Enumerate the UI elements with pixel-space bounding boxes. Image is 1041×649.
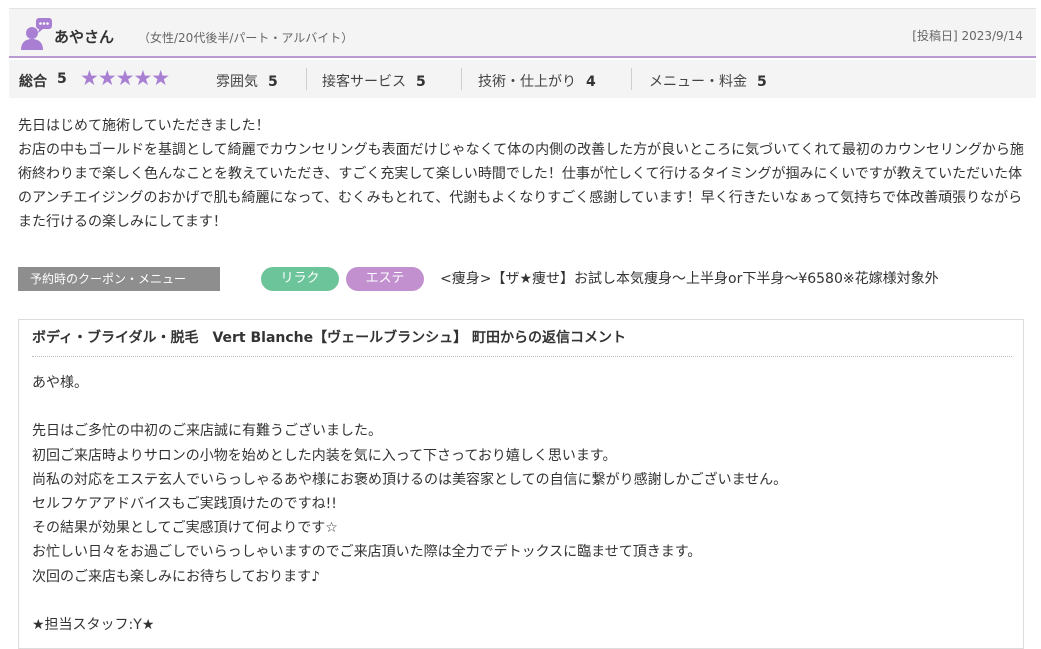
rating-separator — [461, 68, 462, 90]
reply-line: 次回のご来店も楽しみにお待ちしております♪ — [32, 568, 321, 585]
rating-menu-price: メニュー・料金 5 — [649, 71, 767, 91]
review-line: 先日はじめて施術していただきました！ — [18, 118, 270, 134]
coupon-menu-label: 予約時のクーポン・メニュー — [18, 267, 220, 291]
rating-service-label: 接客サービス — [322, 74, 406, 90]
rating-atmosphere-label: 雰囲気 — [216, 74, 258, 90]
reviewer-attributes: （女性/20代後半/パート・アルバイト） — [138, 31, 354, 45]
reply-title: ボディ・ブライダル・脱毛 Vert Blanche【ヴェールブランシュ】 町田か… — [32, 330, 627, 346]
reply-line: 先日はご多忙の中初のご来店誠に有難うございました。 — [32, 423, 382, 440]
rating-technique: 技術・仕上がり 4 — [478, 71, 596, 91]
reviewer-name: あやさん — [54, 28, 115, 46]
reply-line — [32, 589, 1012, 613]
coupon-menu-name[interactable]: <痩身>【ザ★痩せ】お試し本気痩身～上半身or下半身～¥6580※花嫁様対象外 — [440, 268, 939, 288]
review-header: あやさん （女性/20代後半/パート・アルバイト） [投稿日] 2023/9/1… — [9, 8, 1036, 58]
rating-separator — [631, 68, 632, 90]
ratings-bar: 総合 5 ★★★★★ 雰囲気 5 接客サービス 5 技術・仕上がり 4 メニュー・料金… — [9, 60, 1036, 98]
overall-score: 5 — [57, 71, 67, 87]
rating-atmosphere: 雰囲気 5 — [216, 71, 278, 91]
tag-este[interactable]: エステ — [346, 267, 424, 291]
rating-service: 接客サービス 5 — [322, 71, 426, 91]
reply-line: 尚私の対応をエステ玄人でいらっしゃるあや様にお褒め頂けるのは美容家としての自信に… — [32, 471, 788, 488]
rating-separator — [306, 68, 307, 90]
reply-divider — [32, 356, 1012, 357]
reply-line: その結果が効果としてご実感頂けて何よりです☆ — [32, 520, 338, 537]
review-line: お店の中もゴールドを基調として綺麗でカウンセリングも表面だけじゃなくて体の内側の… — [18, 142, 1024, 230]
reply-line: 初回ご来店時よりサロンの小物を始めとした内装を気に入って下さっており嬉しく思いま… — [32, 447, 617, 464]
review-text: 先日はじめて施術していただきました！ お店の中もゴールドを基調として綺麗でカウン… — [18, 114, 1028, 234]
rating-menu-price-score: 5 — [757, 74, 767, 90]
tag-relax[interactable]: リラク — [261, 267, 339, 291]
salon-reply: ボディ・ブライダル・脱毛 Vert Blanche【ヴェールブランシュ】 町田か… — [18, 319, 1024, 649]
reply-line — [32, 395, 1012, 419]
overall-label: 総合 — [19, 74, 47, 90]
star-rating-icon: ★★★★★ — [80, 66, 170, 90]
reply-line: セルフケアアドバイスもご実践頂けたのですね!! — [32, 496, 337, 512]
rating-menu-price-label: メニュー・料金 — [649, 74, 747, 90]
reply-line: お忙しい日々をお過ごしでいらっしゃいますのでご来店頂いた際は全力でデトックスに臨… — [32, 544, 702, 561]
reply-body: あや様。 先日はご多忙の中初のご来店誠に有難うございました。 初回ご来店時よりサ… — [32, 371, 1012, 637]
user-comment-icon — [21, 18, 52, 50]
rating-service-score: 5 — [416, 74, 426, 90]
post-date: [投稿日] 2023/9/14 — [912, 29, 1023, 43]
rating-atmosphere-score: 5 — [268, 74, 278, 90]
rating-technique-score: 4 — [586, 74, 596, 90]
reply-line: ★担当スタッフ:Y★ — [32, 617, 155, 633]
reply-line: あや様。 — [32, 375, 88, 391]
rating-technique-label: 技術・仕上がり — [478, 74, 576, 90]
